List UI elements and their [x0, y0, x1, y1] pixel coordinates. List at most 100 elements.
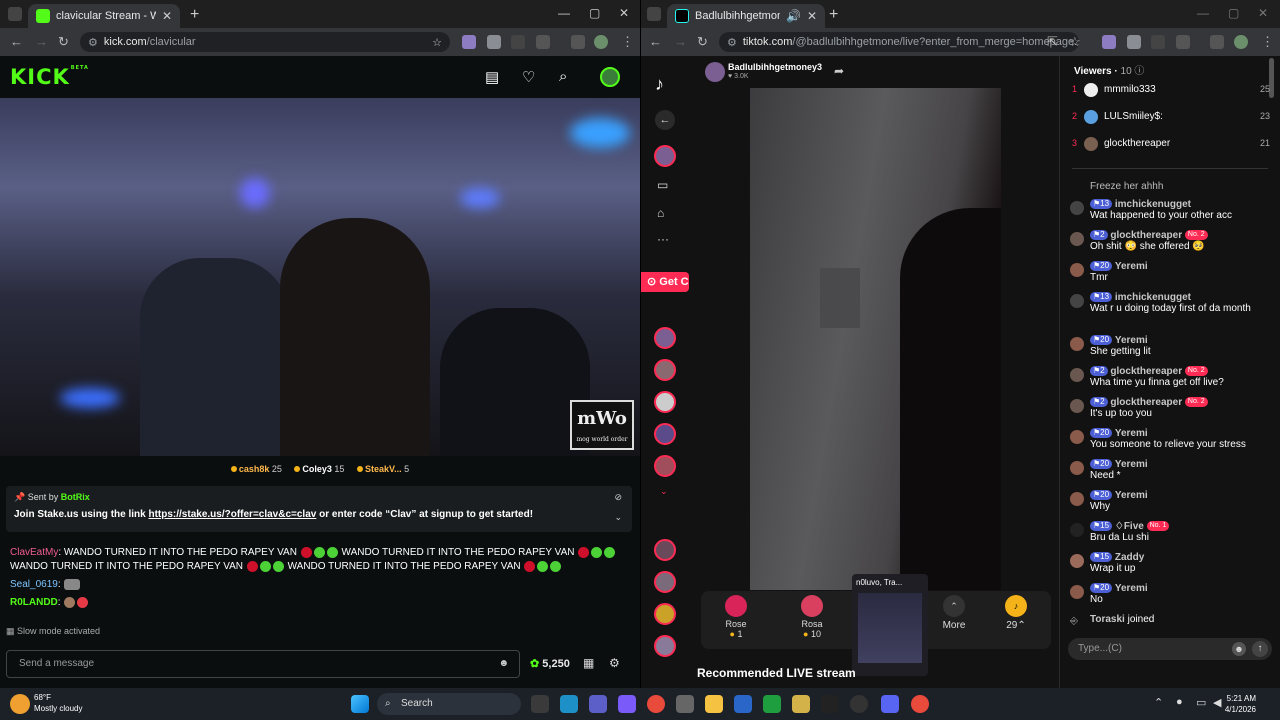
- extension-icon[interactable]: [1127, 35, 1141, 49]
- tiktok-logo-icon[interactable]: ♪: [655, 74, 664, 95]
- gift-icon[interactable]: ▦: [583, 656, 594, 670]
- mic-icon[interactable]: ●: [1176, 696, 1183, 708]
- live-avatar[interactable]: [654, 455, 676, 477]
- followed-avatar[interactable]: [654, 145, 676, 167]
- forward-icon[interactable]: →: [674, 34, 687, 49]
- close-window-icon[interactable]: ✕: [619, 6, 629, 20]
- extension-icon[interactable]: [462, 35, 476, 49]
- chevron-down-icon[interactable]: ⌄: [660, 486, 668, 497]
- puzzle-icon[interactable]: [1176, 35, 1190, 49]
- address-bar[interactable]: ⚙ tiktok.com/@badlulbihhgetmone/live?ent…: [719, 32, 1079, 52]
- search-icon[interactable]: ⌕: [559, 68, 567, 85]
- live-avatar[interactable]: [654, 603, 676, 625]
- tab-search-button[interactable]: [8, 7, 22, 21]
- gift-rose[interactable]: Rose ● 1: [711, 595, 761, 639]
- coin-balance[interactable]: ♪ 29⌃: [991, 595, 1041, 631]
- puzzle-icon[interactable]: [536, 35, 550, 49]
- edge-icon[interactable]: [560, 695, 578, 713]
- media-icon[interactable]: [1210, 35, 1224, 49]
- app-icon[interactable]: [734, 695, 752, 713]
- live-avatar[interactable]: [654, 359, 676, 381]
- back-icon[interactable]: ←: [649, 34, 662, 49]
- close-tab-icon[interactable]: ✕: [162, 9, 172, 23]
- gifter-item[interactable]: cash8k 25: [230, 464, 282, 474]
- kick-logo[interactable]: KICKBETA: [10, 65, 89, 89]
- speaker-icon[interactable]: 🔊: [786, 9, 801, 23]
- gifter-item[interactable]: Coley3 15: [294, 464, 344, 474]
- discord-icon[interactable]: [881, 695, 899, 713]
- close-tab-icon[interactable]: ✕: [807, 9, 817, 23]
- media-icon[interactable]: [571, 35, 585, 49]
- tab-kick[interactable]: clavicular Stream - Watch Live o ✕: [28, 4, 180, 28]
- live-avatar[interactable]: [654, 327, 676, 349]
- epic-games-icon[interactable]: [821, 695, 839, 713]
- stake-link[interactable]: https://stake.us/?offer=clav&c=clav: [148, 509, 316, 520]
- top-viewer-row[interactable]: 3 glockthereaper 21: [1072, 137, 1270, 153]
- copilot-icon[interactable]: [618, 695, 636, 713]
- settings-gear-icon[interactable]: ⚙: [609, 656, 620, 670]
- site-info-icon[interactable]: ⚙: [727, 36, 737, 49]
- home-icon[interactable]: ⌂: [657, 206, 664, 220]
- live-avatar[interactable]: [654, 539, 676, 561]
- user-avatar[interactable]: [600, 67, 620, 87]
- weather-widget[interactable]: 68°F Mostly cloudy: [34, 692, 82, 714]
- share-icon[interactable]: ➦: [834, 64, 844, 78]
- taskbar-clock[interactable]: 5:21 AM 4/1/2026: [1225, 693, 1256, 715]
- store-icon[interactable]: [676, 695, 694, 713]
- chat-input[interactable]: Send a message ☻: [6, 650, 520, 678]
- open-external-icon[interactable]: ⇱: [1047, 34, 1058, 50]
- forward-icon[interactable]: →: [35, 34, 48, 49]
- back-arrow-icon[interactable]: ←: [655, 110, 675, 130]
- weather-icon[interactable]: [10, 694, 30, 714]
- tray-chevron-icon[interactable]: ⌃: [1154, 696, 1163, 709]
- chrome-icon[interactable]: [647, 695, 665, 713]
- more-gifts-button[interactable]: ⌃ More: [929, 595, 979, 631]
- gifter-item[interactable]: SteakV... 5: [356, 464, 409, 474]
- gift-rosa[interactable]: Rosa ● 10: [787, 595, 837, 639]
- live-avatar[interactable]: [654, 635, 676, 657]
- chevron-down-icon[interactable]: ⌄: [614, 512, 622, 523]
- chrome-icon[interactable]: [911, 695, 929, 713]
- maximize-icon[interactable]: ▢: [589, 6, 600, 20]
- app-icon[interactable]: [850, 695, 868, 713]
- extension-icon[interactable]: [511, 35, 525, 49]
- live-avatar[interactable]: [654, 391, 676, 413]
- minimize-icon[interactable]: —: [558, 6, 570, 20]
- extension-icon[interactable]: [1151, 35, 1165, 49]
- network-icon[interactable]: ▭: [1196, 696, 1206, 709]
- live-avatar[interactable]: [654, 571, 676, 593]
- menu-kebab-icon[interactable]: ⋮: [1261, 34, 1274, 50]
- live-avatar[interactable]: [654, 423, 676, 445]
- info-icon[interactable]: ⓘ: [1134, 66, 1144, 77]
- send-arrow-icon[interactable]: ↑: [1252, 641, 1268, 657]
- minimize-icon[interactable]: —: [1197, 6, 1209, 20]
- more-dots-icon[interactable]: ···: [657, 232, 669, 246]
- reload-icon[interactable]: ↻: [58, 34, 69, 50]
- taskbar-search[interactable]: ⌕ Search: [377, 693, 521, 715]
- bookmark-star-icon[interactable]: ☆: [1069, 34, 1081, 50]
- back-icon[interactable]: ←: [10, 34, 23, 49]
- xbox-icon[interactable]: [763, 695, 781, 713]
- unpin-icon[interactable]: ⊘: [614, 492, 622, 503]
- new-tab-icon[interactable]: +: [829, 6, 838, 24]
- site-info-icon[interactable]: ⚙: [88, 36, 98, 49]
- extension-icon[interactable]: [1102, 35, 1116, 49]
- channel-points[interactable]: ✿ 5,250: [530, 657, 570, 670]
- tiktok-chat-input[interactable]: Type...(C) ☻ ↑: [1068, 638, 1272, 660]
- streamer-name[interactable]: Badlulbihhgetmoney3: [728, 62, 822, 72]
- video-player[interactable]: mWo mog world order: [0, 98, 640, 456]
- heart-icon[interactable]: ♡: [522, 68, 535, 86]
- emoji-icon[interactable]: ☻: [498, 651, 509, 677]
- task-view-icon[interactable]: [531, 695, 549, 713]
- windows-start-icon[interactable]: [351, 695, 369, 713]
- maximize-icon[interactable]: ▢: [1228, 6, 1239, 20]
- streamer-avatar[interactable]: [705, 62, 725, 82]
- bookmark-star-icon[interactable]: ☆: [432, 36, 442, 49]
- reload-icon[interactable]: ↻: [697, 34, 708, 50]
- tab-search-button[interactable]: [647, 7, 661, 21]
- address-bar[interactable]: ⚙ kick.com/clavicular ☆: [80, 32, 450, 52]
- profile-avatar[interactable]: [594, 35, 608, 49]
- top-viewer-row[interactable]: 1 mmmilo333 25: [1072, 83, 1270, 99]
- teams-icon[interactable]: [589, 695, 607, 713]
- get-coins-button[interactable]: ⊙ Get Coi: [641, 272, 689, 292]
